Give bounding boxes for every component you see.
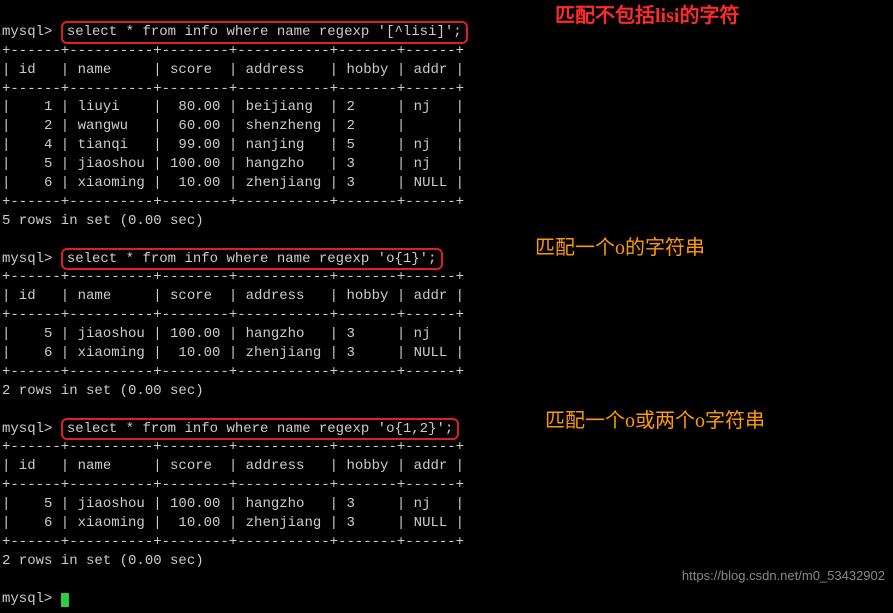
table-sep: +------+----------+--------+-----------+… — [2, 269, 464, 285]
table-sep: +------+----------+--------+-----------+… — [2, 307, 464, 323]
terminal-output: mysql> select * from info where name reg… — [0, 0, 893, 613]
table-row: | 1 | liuyi | 80.00 | beijiang | 2 | nj … — [2, 99, 464, 115]
result-count: 5 rows in set (0.00 sec) — [2, 213, 204, 229]
table-row: | 6 | xiaoming | 10.00 | zhenjiang | 3 |… — [2, 345, 464, 361]
query-box-3: select * from info where name regexp 'o{… — [61, 418, 459, 441]
mysql-prompt: mysql> — [2, 591, 52, 607]
cursor-icon[interactable] — [61, 593, 69, 607]
mysql-prompt: mysql> — [2, 24, 52, 40]
table-row: | 5 | jiaoshou | 100.00 | hangzho | 3 | … — [2, 156, 464, 172]
table-row: | 6 | xiaoming | 10.00 | zhenjiang | 3 |… — [2, 515, 464, 531]
table-sep: +------+----------+--------+-----------+… — [2, 43, 464, 59]
table-row: | 5 | jiaoshou | 100.00 | hangzho | 3 | … — [2, 496, 464, 512]
table-header: | id | name | score | address | hobby | … — [2, 288, 464, 304]
table-sep: +------+----------+--------+-----------+… — [2, 439, 464, 455]
watermark: https://blog.csdn.net/m0_53432902 — [682, 567, 885, 585]
mysql-prompt: mysql> — [2, 251, 52, 267]
table-header: | id | name | score | address | hobby | … — [2, 458, 464, 474]
annotation-1: 匹配不包括lisi的字符 — [555, 3, 739, 30]
table-row: | 5 | jiaoshou | 100.00 | hangzho | 3 | … — [2, 326, 464, 342]
mysql-prompt: mysql> — [2, 421, 52, 437]
query-box-1: select * from info where name regexp '[^… — [61, 21, 468, 44]
table-sep: +------+----------+--------+-----------+… — [2, 534, 464, 550]
table-row: | 6 | xiaoming | 10.00 | zhenjiang | 3 |… — [2, 175, 464, 191]
result-count: 2 rows in set (0.00 sec) — [2, 553, 204, 569]
query-box-2: select * from info where name regexp 'o{… — [61, 248, 443, 271]
table-row: | 2 | wangwu | 60.00 | shenzheng | 2 | | — [2, 118, 464, 134]
table-header: | id | name | score | address | hobby | … — [2, 62, 464, 78]
annotation-2: 匹配一个o的字符串 — [535, 235, 705, 262]
table-sep: +------+----------+--------+-----------+… — [2, 364, 464, 380]
table-sep: +------+----------+--------+-----------+… — [2, 194, 464, 210]
table-row: | 4 | tianqi | 99.00 | nanjing | 5 | nj … — [2, 137, 464, 153]
result-count: 2 rows in set (0.00 sec) — [2, 383, 204, 399]
table-sep: +------+----------+--------+-----------+… — [2, 81, 464, 97]
table-sep: +------+----------+--------+-----------+… — [2, 477, 464, 493]
annotation-3: 匹配一个o或两个o字符串 — [545, 408, 765, 435]
